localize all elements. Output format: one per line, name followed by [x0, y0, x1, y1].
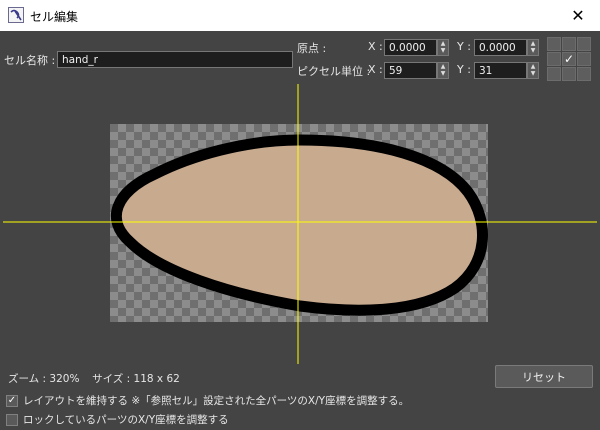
app-icon	[8, 7, 24, 23]
spin-up-icon[interactable]: ▲	[438, 63, 448, 70]
size-label: サイズ :	[92, 373, 131, 385]
pixel-x-input[interactable]	[384, 62, 437, 79]
spin-down-icon[interactable]: ▼	[438, 70, 448, 77]
size-value: 118 x 62	[133, 373, 180, 385]
spin-up-icon[interactable]: ▲	[528, 40, 538, 47]
spin-up-icon[interactable]: ▲	[528, 63, 538, 70]
anchor-cell[interactable]: ✓	[562, 52, 576, 66]
anchor-cell[interactable]	[577, 52, 591, 66]
spin-up-icon[interactable]: ▲	[438, 40, 448, 47]
cell-name-input[interactable]	[57, 51, 293, 68]
origin-x-input[interactable]	[384, 39, 437, 56]
pixel-y-label: Y :	[457, 63, 471, 76]
cell-preview[interactable]	[0, 82, 600, 366]
pixel-y-input[interactable]	[474, 62, 527, 79]
spin-down-icon[interactable]: ▼	[528, 47, 538, 54]
pixel-unit-label: ピクセル単位 :	[297, 65, 371, 78]
pixel-y-stepper[interactable]: ▲ ▼	[527, 62, 539, 79]
anchor-cell[interactable]	[562, 67, 576, 81]
title-bar: セル編集 ✕	[0, 0, 600, 31]
anchor-grid: ✓	[547, 37, 592, 82]
status-bar: ズーム : 320% サイズ : 118 x 62	[8, 371, 180, 386]
locked-parts-checkbox[interactable]	[6, 413, 18, 426]
origin-y-label: Y :	[457, 40, 471, 53]
anchor-cell[interactable]	[562, 37, 576, 51]
cell-name-label: セル名称 :	[4, 54, 56, 67]
keep-layout-checkbox[interactable]: ✓	[6, 394, 18, 407]
keep-layout-option[interactable]: ✓ レイアウトを維持する ※「参照セル」設定された全パーツのX/Y座標を調整する…	[6, 393, 409, 408]
check-icon: ✓	[563, 52, 575, 66]
anchor-cell[interactable]	[577, 67, 591, 81]
locked-parts-label: ロックしているパーツのX/Y座標を調整する	[23, 414, 229, 426]
close-button[interactable]: ✕	[556, 0, 600, 31]
origin-x-label: X :	[368, 40, 383, 53]
pixel-x-label: X :	[368, 63, 383, 76]
zoom-label: ズーム :	[8, 373, 47, 385]
anchor-cell[interactable]	[547, 52, 561, 66]
anchor-cell[interactable]	[547, 37, 561, 51]
origin-y-stepper[interactable]: ▲ ▼	[527, 39, 539, 56]
reset-button[interactable]: リセット	[495, 365, 593, 388]
anchor-cell[interactable]	[577, 37, 591, 51]
zoom-value: 320%	[49, 373, 80, 385]
window-title: セル編集	[30, 10, 79, 24]
locked-parts-option[interactable]: ロックしているパーツのX/Y座標を調整する	[6, 412, 229, 427]
origin-y-input[interactable]	[474, 39, 527, 56]
pixel-x-stepper[interactable]: ▲ ▼	[437, 62, 449, 79]
origin-label: 原点 :	[297, 42, 327, 55]
keep-layout-label: レイアウトを維持する ※「参照セル」設定された全パーツのX/Y座標を調整する。	[23, 395, 410, 407]
close-icon: ✕	[571, 6, 585, 25]
spin-down-icon[interactable]: ▼	[528, 70, 538, 77]
anchor-cell[interactable]	[547, 67, 561, 81]
origin-x-stepper[interactable]: ▲ ▼	[437, 39, 449, 56]
checkmark-icon: ✓	[7, 394, 17, 406]
spin-down-icon[interactable]: ▼	[438, 47, 448, 54]
